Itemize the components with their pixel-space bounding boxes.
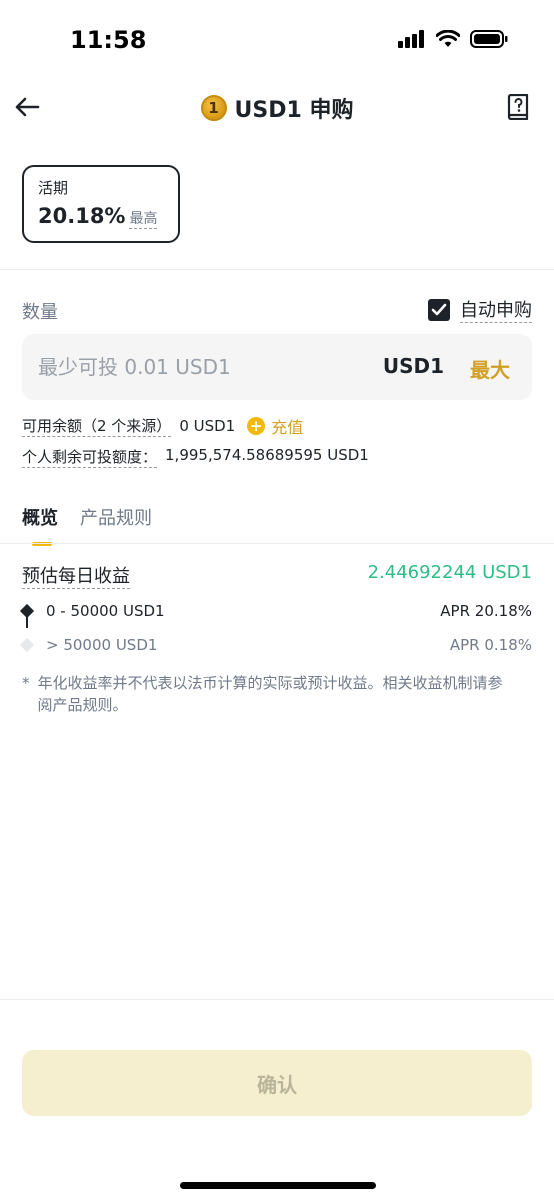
flexible-plan-card[interactable]: 活期 20.18% 最高 — [22, 165, 180, 243]
confirm-button[interactable]: 确认 — [22, 1050, 532, 1116]
tier-range: > 50000 USD1 — [46, 636, 158, 654]
available-balance-row: 可用余额（2 个来源） 0 USD1 + 充值 — [22, 414, 303, 438]
max-button[interactable]: 最大 — [470, 354, 510, 383]
nav-title-group: 1 USD1 申购 — [0, 92, 554, 124]
tier-apr: APR 0.18% — [449, 636, 532, 654]
footer-divider — [0, 999, 554, 1000]
note-marker: * — [22, 674, 30, 692]
battery-icon — [470, 30, 508, 48]
book-question-icon — [507, 93, 529, 121]
tier-connector — [26, 616, 28, 628]
tabs-divider — [0, 543, 554, 544]
remaining-quota-value: 1,995,574.58689595 USD1 — [165, 446, 369, 464]
wifi-icon — [436, 30, 460, 47]
nav-bar: 1 USD1 申购 — [0, 80, 554, 136]
amount-input-box: USD1 最大 — [22, 334, 532, 400]
auto-subscribe-checkbox[interactable] — [428, 298, 450, 321]
disclaimer-note: * 年化收益率并不代表以法币计算的实际或预计收益。相关收益机制请参阅产品规则。 — [22, 672, 512, 716]
auto-subscribe-label: 自动申购 — [460, 296, 532, 323]
home-indicator — [180, 1182, 376, 1189]
usd1-coin-icon: 1 — [200, 95, 227, 121]
plan-label: 活期 — [38, 179, 69, 197]
page-title: USD1 申购 — [234, 98, 354, 123]
available-balance-value: 0 USD1 — [179, 417, 236, 435]
deposit-button[interactable]: + 充值 — [247, 414, 303, 438]
plan-rate: 20.18% — [38, 204, 126, 228]
plan-rate-row: 20.18% 最高 — [38, 204, 164, 229]
apr-tier-row: 0 - 50000 USD1 APR 20.18% — [19, 602, 532, 620]
apr-tier-row: > 50000 USD1 APR 0.18% — [19, 636, 532, 654]
status-bar: 11:58 — [0, 0, 554, 80]
deposit-label: 充值 — [271, 418, 304, 437]
tab-product-rules[interactable]: 产品规则 — [80, 504, 152, 546]
tab-overview[interactable]: 概览 — [22, 504, 58, 546]
available-balance-label[interactable]: 可用余额（2 个来源） — [22, 415, 172, 437]
plan-max-tag: 最高 — [129, 208, 158, 229]
section-divider — [0, 269, 554, 270]
remaining-quota-label[interactable]: 个人剩余可投额度： — [22, 446, 158, 468]
signal-icon — [398, 30, 424, 48]
remaining-quota-row: 个人剩余可投额度： 1,995,574.58689595 USD1 — [22, 446, 369, 468]
plus-circle-icon: + — [247, 417, 266, 435]
tier-apr: APR 20.18% — [440, 602, 532, 620]
estimated-daily-earnings-value: 2.44692244 USD1 — [367, 562, 532, 583]
amount-label: 数量 — [22, 302, 58, 323]
guide-button[interactable] — [506, 93, 530, 121]
auto-subscribe-toggle[interactable]: 自动申购 — [428, 296, 532, 323]
status-time: 11:58 — [70, 26, 147, 54]
amount-input[interactable] — [38, 334, 368, 400]
tier-inactive-marker — [19, 637, 35, 653]
note-text: 年化收益率并不代表以法币计算的实际或预计收益。相关收益机制请参阅产品规则。 — [37, 674, 503, 714]
checkmark-icon — [431, 303, 447, 315]
tier-range: 0 - 50000 USD1 — [46, 602, 165, 620]
detail-tabs: 概览 产品规则 — [22, 504, 152, 546]
status-icons — [398, 30, 508, 48]
estimated-daily-earnings-label[interactable]: 预估每日收益 — [22, 562, 130, 589]
amount-unit: USD1 — [382, 354, 444, 378]
